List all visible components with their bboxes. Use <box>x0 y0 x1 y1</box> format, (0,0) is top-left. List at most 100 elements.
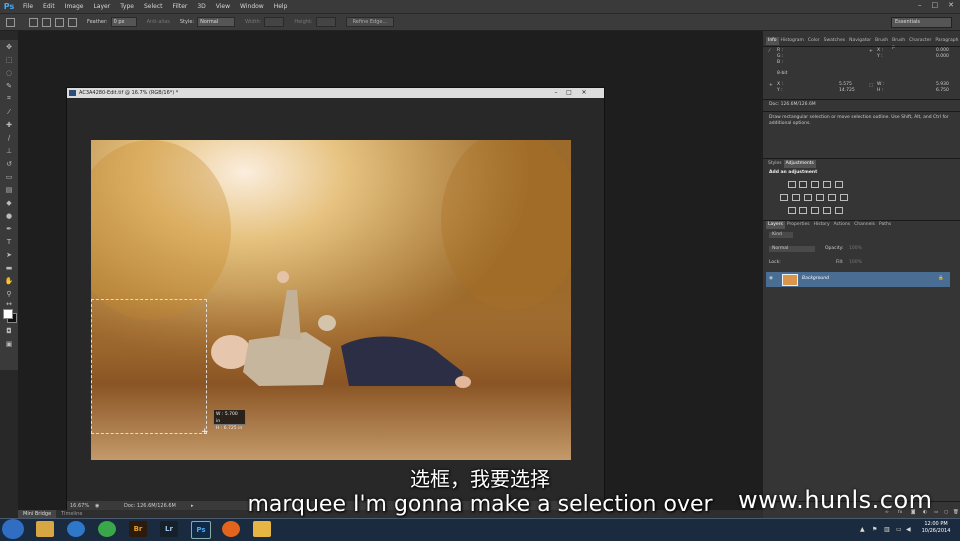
tray-flag-icon[interactable]: ⚑ <box>872 526 877 533</box>
lightroom-icon[interactable]: Lr <box>160 521 178 537</box>
hand-icon[interactable]: ✋ <box>0 274 18 287</box>
layer-filter-kind[interactable]: Kind <box>769 232 793 238</box>
menu-select[interactable]: Select <box>139 0 168 13</box>
height-input[interactable] <box>315 17 336 27</box>
file-explorer-icon[interactable] <box>36 521 54 537</box>
quick-selection-icon[interactable]: ✎ <box>0 79 18 92</box>
swap-colors-icon[interactable]: ↔ <box>0 300 18 308</box>
photoshop-taskbar-icon[interactable]: Ps <box>191 521 211 539</box>
exposure-icon[interactable] <box>823 181 831 188</box>
tab-styles[interactable]: Styles <box>766 160 784 168</box>
hue-saturation-icon[interactable] <box>780 194 788 201</box>
width-input[interactable] <box>264 17 285 27</box>
doc-close-icon[interactable]: ✕ <box>579 89 589 97</box>
rectangular-marquee-icon[interactable]: ⬚ <box>0 53 18 66</box>
document-titlebar[interactable]: AC3A4280-Edit.tif @ 16.7% (RGB/16*) * – … <box>67 88 604 98</box>
posterize-icon[interactable] <box>799 207 807 214</box>
fill-input[interactable]: 100% <box>849 260 862 266</box>
tab-history[interactable]: History <box>812 221 832 229</box>
photo-filter-icon[interactable] <box>816 194 824 201</box>
brush-icon[interactable]: ∕ <box>0 131 18 144</box>
threshold-icon[interactable] <box>811 207 819 214</box>
color-balance-icon[interactable] <box>792 194 800 201</box>
tab-info[interactable]: Info <box>766 37 779 45</box>
blend-mode-select[interactable]: Normal <box>769 246 815 252</box>
type-icon[interactable]: T <box>0 235 18 248</box>
color-lookup-icon[interactable] <box>840 194 848 201</box>
tab-color[interactable]: Color <box>806 37 822 45</box>
style-select[interactable]: Normal <box>197 17 236 27</box>
tab-channels[interactable]: Channels <box>852 221 877 229</box>
feather-input[interactable]: 0 px <box>110 17 137 27</box>
tray-volume-icon[interactable]: ◀ <box>906 526 911 533</box>
eraser-icon[interactable]: ▭ <box>0 170 18 183</box>
doc-minimize-icon[interactable]: – <box>551 89 561 97</box>
tray-monitor-icon[interactable]: ▭ <box>896 526 902 533</box>
tab-paths[interactable]: Paths <box>877 221 893 229</box>
tab-histogram[interactable]: Histogram <box>779 37 806 45</box>
add-selection-icon[interactable] <box>42 17 51 27</box>
screen-mode-icon[interactable]: ▣ <box>0 337 18 350</box>
gradient-icon[interactable]: ▤ <box>0 183 18 196</box>
taskbar-clock[interactable]: 12:00 PM 10/26/2014 <box>915 521 957 539</box>
clone-stamp-icon[interactable]: ⊥ <box>0 144 18 157</box>
menu-image[interactable]: Image <box>60 0 89 13</box>
history-brush-icon[interactable]: ↺ <box>0 157 18 170</box>
levels-icon[interactable] <box>799 181 807 188</box>
tab-brush[interactable]: Brush <box>873 37 890 45</box>
menu-3d[interactable]: 3D <box>192 0 210 13</box>
menu-layer[interactable]: Layer <box>88 0 115 13</box>
gradient-map-icon[interactable] <box>823 207 831 214</box>
channel-mixer-icon[interactable] <box>828 194 836 201</box>
opacity-input[interactable]: 100% <box>849 246 862 252</box>
menu-help[interactable]: Help <box>269 0 293 13</box>
color-swatches-icon[interactable] <box>0 308 18 324</box>
chrome-icon[interactable] <box>98 521 116 537</box>
selective-color-icon[interactable] <box>835 207 843 214</box>
rectangle-icon[interactable]: ▬ <box>0 261 18 274</box>
pen-icon[interactable]: ✒ <box>0 222 18 235</box>
curves-icon[interactable] <box>811 181 819 188</box>
internet-explorer-icon[interactable] <box>67 521 85 537</box>
layer-visibility-eye-icon[interactable]: ◉ <box>769 276 773 282</box>
doc-maximize-icon[interactable]: □ <box>564 89 574 97</box>
invert-icon[interactable] <box>788 207 796 214</box>
zoom-icon[interactable]: ⚲ <box>0 287 18 300</box>
menu-view[interactable]: View <box>211 0 235 13</box>
maximize-icon[interactable]: □ <box>932 1 939 9</box>
close-icon[interactable]: ✕ <box>948 1 954 9</box>
intersect-selection-icon[interactable] <box>68 17 77 27</box>
tab-actions[interactable]: Actions <box>832 221 852 229</box>
menu-file[interactable]: File <box>18 0 38 13</box>
subtract-selection-icon[interactable] <box>55 17 64 27</box>
menu-window[interactable]: Window <box>235 0 269 13</box>
tray-expand-icon[interactable]: ▲ <box>860 526 865 533</box>
eyedropper-icon[interactable]: ⁄ <box>0 105 18 118</box>
plugin-app-icon[interactable] <box>253 521 271 537</box>
tab-paragraph[interactable]: Paragraph <box>933 37 960 45</box>
tab-properties[interactable]: Properties <box>785 221 812 229</box>
menu-edit[interactable]: Edit <box>38 0 60 13</box>
tab-navigator[interactable]: Navigator <box>847 37 873 45</box>
tab-character[interactable]: Character <box>907 37 933 45</box>
healing-brush-icon[interactable]: ✚ <box>0 118 18 131</box>
vibrance-icon[interactable] <box>835 181 843 188</box>
blur-icon[interactable]: ◆ <box>0 196 18 209</box>
brightness-contrast-icon[interactable] <box>788 181 796 188</box>
tray-network-icon[interactable]: ▥ <box>884 526 890 533</box>
windows-start-icon[interactable] <box>2 519 24 539</box>
path-selection-icon[interactable]: ➤ <box>0 248 18 261</box>
layer-name[interactable]: Background <box>802 276 829 282</box>
black-white-icon[interactable] <box>804 194 812 201</box>
move-tool-icon[interactable]: ✥ <box>0 40 18 53</box>
crop-icon[interactable]: ⌗ <box>0 92 18 105</box>
firefox-icon[interactable] <box>222 521 240 537</box>
tab-adjustments[interactable]: Adjustments <box>783 160 816 168</box>
tab-brush-presets[interactable]: Brush P <box>890 37 907 51</box>
bridge-icon[interactable]: Br <box>129 521 147 537</box>
minimize-icon[interactable]: – <box>918 1 922 9</box>
marquee-tool-icon[interactable] <box>6 17 15 27</box>
tab-swatches[interactable]: Swatches <box>822 37 848 45</box>
tab-layers[interactable]: Layers <box>766 221 785 229</box>
antialias-checkbox[interactable]: Anti-alias <box>147 19 170 25</box>
